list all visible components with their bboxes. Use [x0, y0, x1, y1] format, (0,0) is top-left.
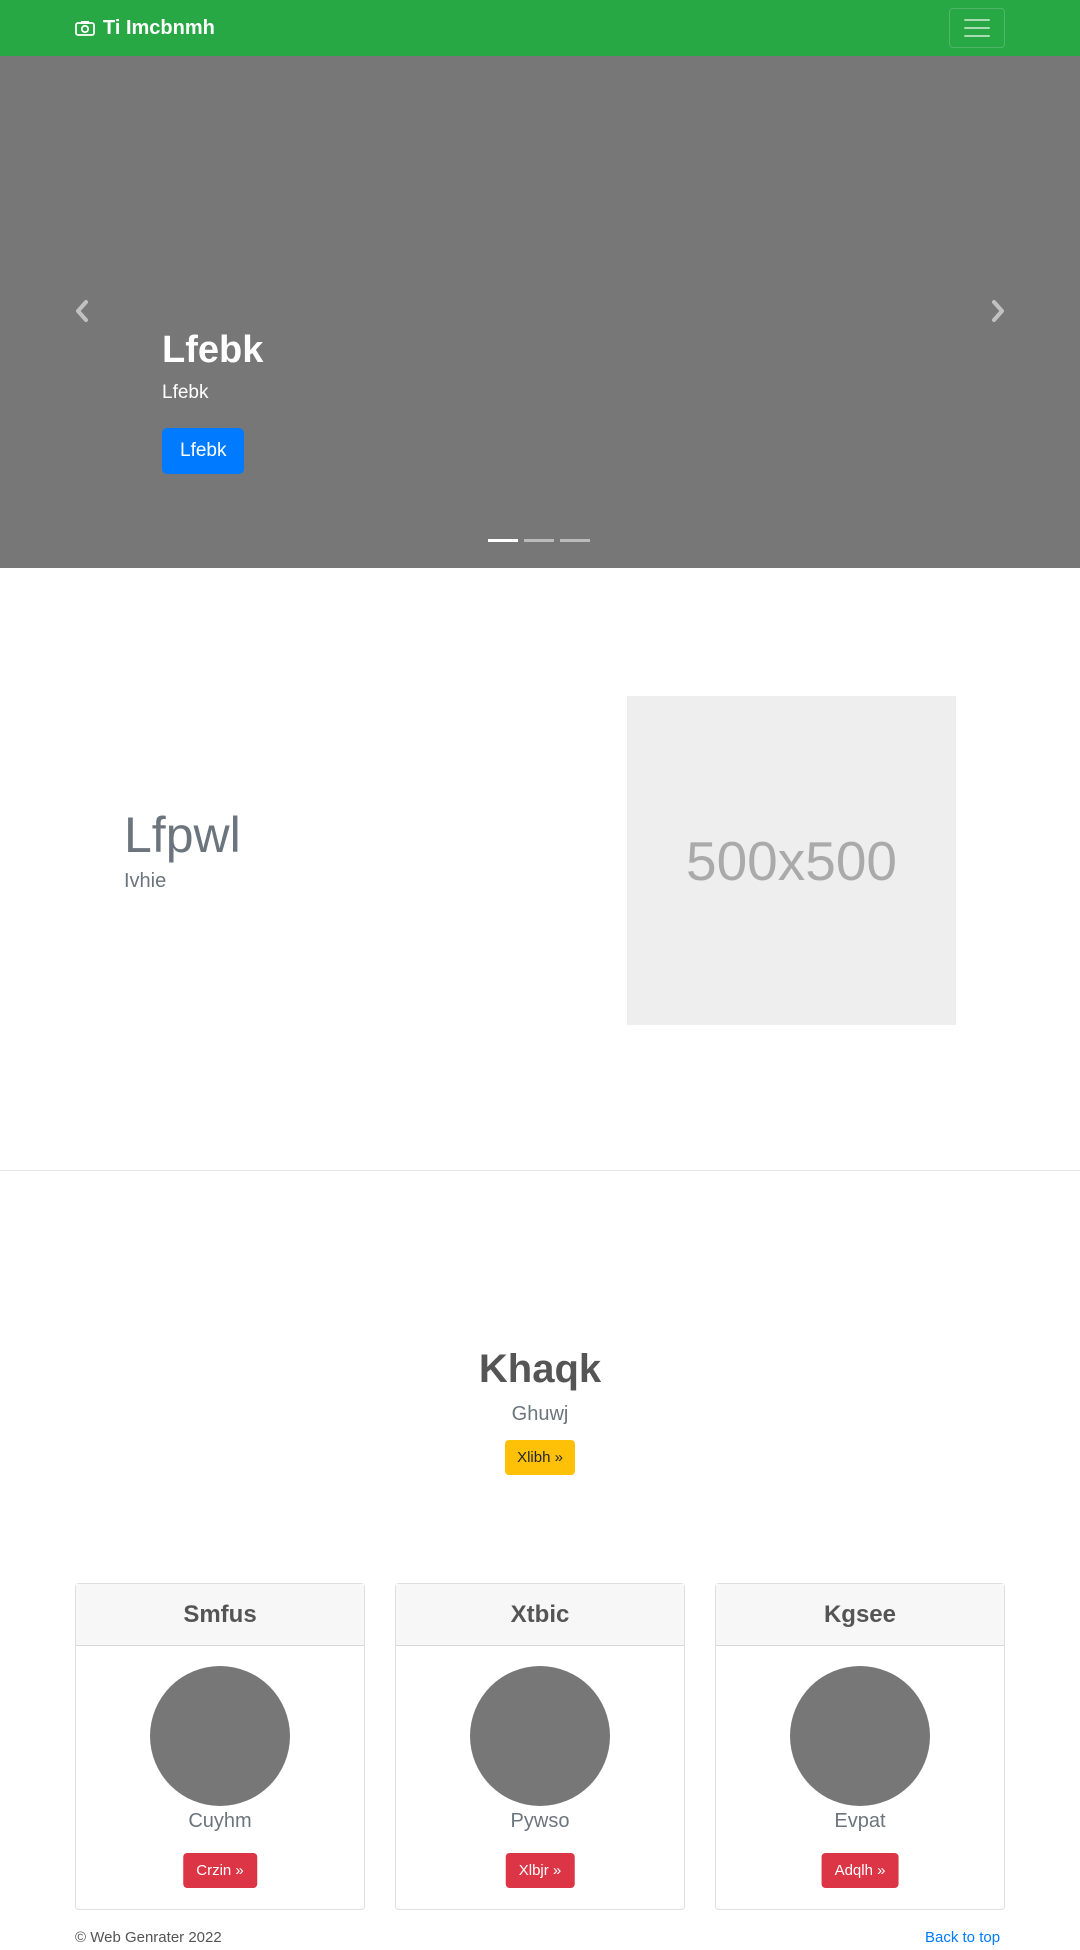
card-button[interactable]: Adqlh »	[821, 1853, 899, 1888]
featurette-lead: Ivhie	[124, 870, 167, 892]
card-header: Kgsee	[716, 1584, 1004, 1646]
avatar	[470, 1666, 610, 1806]
footer-copyright: © Web Genrater 2022	[75, 1929, 222, 1946]
camera-icon	[75, 21, 95, 36]
brand-link[interactable]: Ti Imcbnmh	[75, 14, 215, 42]
carousel-button[interactable]: Lfebk	[162, 427, 245, 474]
card-header: Xtbic	[396, 1584, 684, 1646]
carousel-indicators	[488, 539, 590, 542]
hamburger-menu-icon	[964, 19, 990, 21]
chevron-left-icon[interactable]	[70, 296, 94, 326]
jumbotron: Khaqk Ghuwj Xlibh »	[0, 1345, 1080, 1475]
featurette-image-placeholder: 500x500	[627, 696, 956, 1025]
featurette-heading: Lfpwl	[124, 807, 241, 863]
carousel-subtitle: Lfebk	[162, 381, 209, 403]
carousel: Lfebk Lfebk Lfebk	[0, 56, 1080, 568]
carousel-indicator-3[interactable]	[560, 539, 590, 542]
card-button[interactable]: Crzin »	[183, 1853, 257, 1888]
card-text: Evpat	[834, 1810, 886, 1832]
card-button[interactable]: Xlbjr »	[505, 1853, 575, 1888]
back-to-top-link[interactable]: Back to top	[925, 1929, 1000, 1946]
carousel-indicator-1[interactable]	[488, 539, 518, 542]
chevron-right-icon[interactable]	[986, 296, 1010, 326]
card-header: Smfus	[76, 1584, 364, 1646]
placeholder-label: 500x500	[685, 829, 898, 892]
card-3: Kgsee Evpat Adqlh »	[715, 1583, 1005, 1910]
jumbotron-heading: Khaqk	[478, 1347, 602, 1391]
avatar	[790, 1666, 930, 1806]
featurette-divider	[0, 1170, 1080, 1171]
carousel-caption: Lfebk Lfebk Lfebk	[162, 328, 263, 474]
card-text: Cuyhm	[188, 1810, 252, 1832]
jumbotron-button[interactable]: Xlibh »	[505, 1440, 575, 1475]
card-1: Smfus Cuyhm Crzin »	[75, 1583, 365, 1910]
jumbotron-lead: Ghuwj	[511, 1403, 569, 1425]
carousel-title: Lfebk	[162, 329, 264, 371]
card-2: Xtbic Pywso Xlbjr »	[395, 1583, 685, 1910]
navbar-toggler-button[interactable]	[949, 8, 1005, 48]
card-text: Pywso	[510, 1810, 570, 1832]
brand-name: Ti Imcbnmh	[103, 16, 215, 39]
navbar: Ti Imcbnmh	[0, 0, 1080, 56]
avatar	[150, 1666, 290, 1806]
carousel-indicator-2[interactable]	[524, 539, 554, 542]
